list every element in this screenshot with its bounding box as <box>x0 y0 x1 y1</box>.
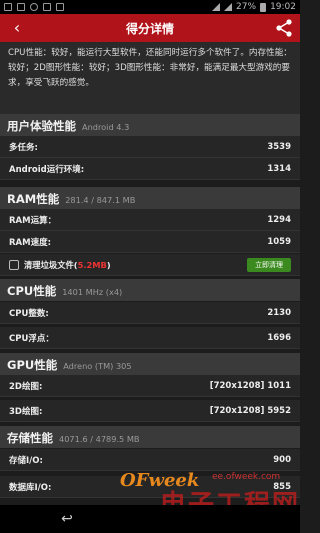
trash-icon <box>9 259 19 270</box>
shield-icon <box>56 3 64 11</box>
section-subtitle: 4071.6 / 4789.5 MB <box>59 434 140 444</box>
row-database-io: 数据库I/O: 855 <box>0 476 300 498</box>
back-button[interactable]: ↩ <box>58 511 76 527</box>
battery-icon <box>260 2 267 12</box>
score-description: CPU性能：较好，能运行大型软件，还能同时运行多个软件了。内存性能：较好；2D图… <box>0 42 300 114</box>
status-bar: 27% 19:02 <box>0 0 300 14</box>
section-header-ram: RAM性能 281.4 / 847.1 MB <box>0 187 300 209</box>
section-title: GPU性能 <box>7 358 58 372</box>
row-value: 1294 <box>267 214 291 225</box>
section-header-gpu: GPU性能 Adreno (TM) 305 <box>0 353 300 375</box>
row-2d-graphics: 2D绘图: [720x1208] 1011 <box>0 375 300 397</box>
wifi-icon <box>212 3 221 11</box>
share-icon[interactable] <box>274 18 294 38</box>
row-value: 3539 <box>267 141 291 152</box>
row-ram-ops: RAM运算： 1294 <box>0 209 300 231</box>
navigation-bar: ↩ <box>0 505 300 533</box>
clock: 19:02 <box>270 2 296 12</box>
image-notification-icon <box>4 3 12 11</box>
row-value: 855 <box>273 481 291 492</box>
row-label: RAM速度: <box>9 237 51 248</box>
section-subtitle: Adreno (TM) 305 <box>63 361 132 371</box>
section-header-cpu: CPU性能 1401 MHz (x4) <box>0 279 300 301</box>
row-label: 数据库I/O: <box>9 482 52 493</box>
page-title: 得分详情 <box>125 21 174 36</box>
section-title: CPU性能 <box>7 284 57 298</box>
clean-now-button[interactable]: 立即清理 <box>247 257 291 272</box>
section-subtitle: Android 4.3 <box>82 122 130 132</box>
row-label: 多任务: <box>9 142 38 153</box>
section-header-ux: 用户体验性能 Android 4.3 <box>0 114 300 136</box>
notification-icon <box>43 3 51 11</box>
row-label: CPU整数: <box>9 308 49 319</box>
section-title: RAM性能 <box>7 192 60 206</box>
title-bar: ‹ 得分详情 <box>0 14 300 42</box>
row-ram-speed: RAM速度: 1059 <box>0 231 300 253</box>
row-value: [720x1208] 5952 <box>209 405 291 416</box>
row-value: 1696 <box>267 332 291 343</box>
signal-icon <box>224 3 233 11</box>
row-label: 3D绘图: <box>9 406 43 417</box>
row-value: 900 <box>273 454 291 465</box>
row-value: [720x1208] 1011 <box>209 380 291 391</box>
row-3d-graphics: 3D绘图: [720x1208] 5952 <box>0 400 300 422</box>
row-label: 存储I/O: <box>9 455 43 466</box>
row-label: RAM运算： <box>9 215 57 226</box>
row-label: 2D绘图: <box>9 381 43 392</box>
section-title: 用户体验性能 <box>7 119 76 133</box>
clean-label: 清理垃圾文件( <box>24 259 78 270</box>
row-cpu-float: CPU浮点： 1696 <box>0 327 300 349</box>
row-value: 2130 <box>267 307 291 318</box>
section-subtitle: 281.4 / 847.1 MB <box>65 195 136 205</box>
row-value: 1059 <box>267 236 291 247</box>
section-header-storage: 存储性能 4071.6 / 4789.5 MB <box>0 426 300 448</box>
row-android-runtime: Android运行环境: 1314 <box>0 158 300 180</box>
row-label: CPU浮点： <box>9 333 54 344</box>
back-arrow-icon[interactable]: ‹ <box>6 18 28 38</box>
section-title: 存储性能 <box>7 431 53 445</box>
usb-icon <box>17 3 25 11</box>
clean-junk-row: 清理垃圾文件(5.2MB) 立即清理 <box>0 254 300 276</box>
row-cpu-int: CPU整数: 2130 <box>0 302 300 324</box>
battery-percent: 27% <box>236 2 257 12</box>
row-label: Android运行环境: <box>9 164 85 175</box>
row-storage-io: 存储I/O: 900 <box>0 449 300 471</box>
row-value: 1314 <box>267 163 291 174</box>
app-notification-icon <box>30 3 38 11</box>
junk-size: 5.2MB <box>77 259 107 270</box>
clean-label-close: ) <box>106 259 111 270</box>
row-multitask: 多任务: 3539 <box>0 136 300 158</box>
section-subtitle: 1401 MHz (x4) <box>62 287 123 297</box>
